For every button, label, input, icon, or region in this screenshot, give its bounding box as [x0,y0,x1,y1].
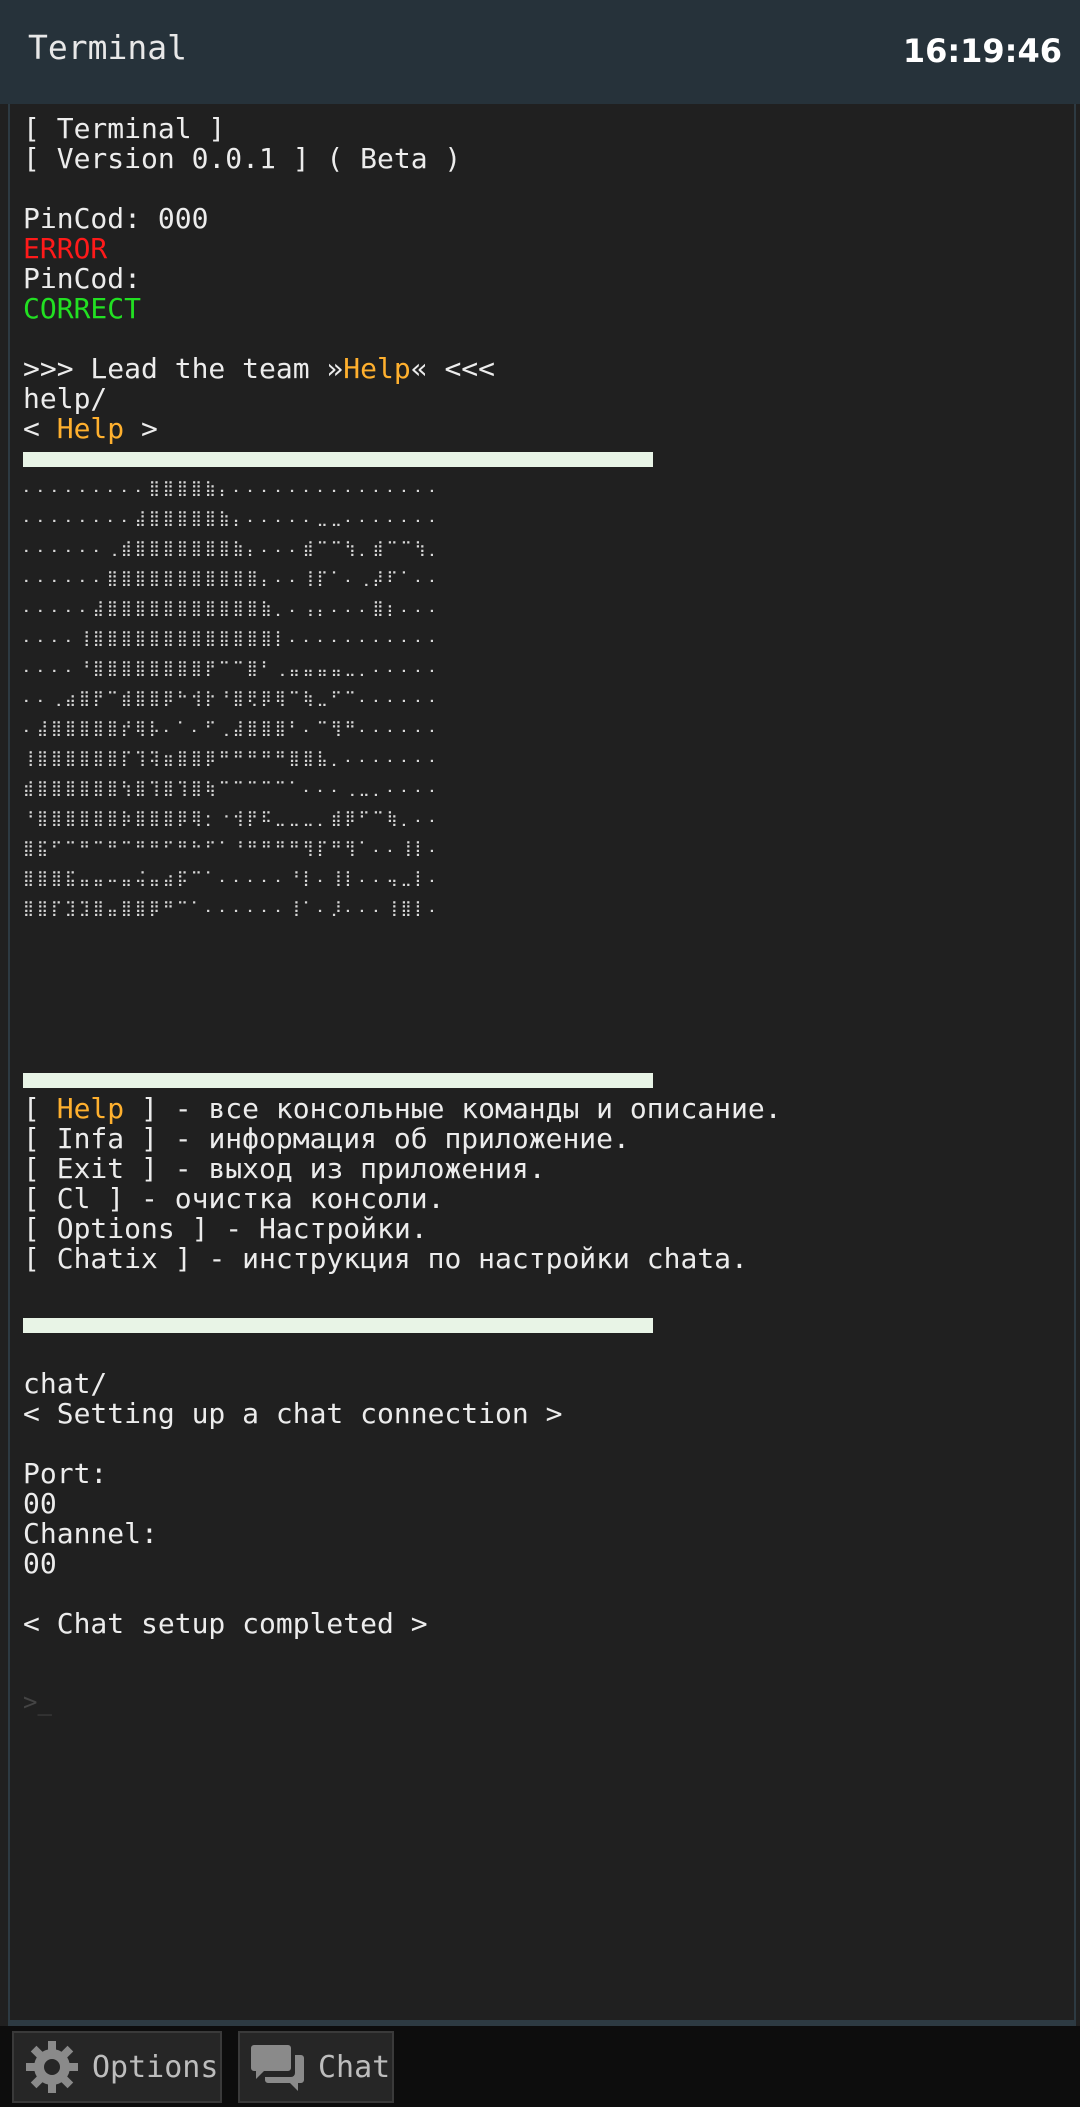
lead-help-command: Help [343,352,411,385]
help-title-prefix: < [23,412,57,445]
chat-bubbles-icon [248,2037,308,2097]
port-label: Port: [23,1457,108,1490]
chat-button[interactable]: Chat [238,2031,394,2103]
command-chatix-row: [ Chatix ] - инструкция по настройки cha… [23,1242,748,1275]
command-options-name: Options [56,1212,175,1245]
terminal-output: [ Terminal ] [ Version 0.0.1 ] ( Beta ) … [23,114,1063,1717]
channel-label: Channel: [23,1517,158,1550]
options-button[interactable]: Options [12,2031,222,2103]
bottom-navigation: Options Chat [0,2026,1080,2107]
lead-suffix: « <<< [410,352,496,385]
chat-button-label: Chat [318,2049,391,2085]
gear-icon [22,2037,82,2097]
command-exit-desc: ] - выход из приложения. [124,1152,546,1185]
divider-bar-top [23,452,653,467]
command-options-row: [ Options ] - Настройки. [23,1212,428,1245]
lead-prefix: >>> Lead the team » [23,352,344,385]
title-bar: Terminal 16:19:46 [0,0,1080,104]
command-infa-name: Infa [56,1122,125,1155]
command-chatix-desc: ] - инструкция по настройки chata. [157,1242,748,1275]
command-cl-name: Cl [56,1182,91,1215]
command-prompt[interactable]: >_ [23,1687,1063,1717]
chat-setup-title: < Setting up a chat connection > [23,1397,563,1430]
pincode-error: ERROR [23,232,108,265]
help-title: < Help > [23,414,1063,444]
command-infa-desc: ] - информация об приложение. [124,1122,630,1155]
clock: 16:19:46 [902,32,1062,70]
divider-bar-middle [23,1073,653,1088]
help-title-suffix: > [124,412,158,445]
help-command-echo: help/ [23,382,108,415]
command-chatix-name: Chatix [56,1242,158,1275]
command-infa-row: [ Infa ] - информация об приложение. [23,1122,630,1155]
channel-value: 00 [23,1547,57,1580]
command-options-desc: ] - Настройки. [174,1212,428,1245]
terminal-header-line: [ Terminal ] [23,112,226,145]
ascii-art-image: ⠄⠄⠄⠄⠄⠄⠄⠄⠄⣿⣿⣿⣿⣷⡄⠄⠄⠄⠄⠄⠄⠄⠄⠄⠄⠄⠄⠄⠄⠄ ⠄⠄⠄⠄⠄⠄⠄⠄⣼… [23,479,443,917]
pincode-entry-2: PinCod: [23,262,142,295]
command-cl-row: [ Cl ] - очистка консоли. [23,1182,445,1215]
command-help-row: [ Help ] - все консольные команды и опис… [23,1092,782,1125]
command-cl-desc: ] - очистка консоли. [90,1182,445,1215]
help-command-list: [ Help ] - все консольные команды и опис… [23,1094,1063,1274]
options-button-label: Options [92,2049,219,2085]
port-value: 00 [23,1487,57,1520]
command-help-name: Help [56,1092,125,1125]
pincode-entry-1: PinCod: 000 [23,202,209,235]
command-exit-name: Exit [56,1152,125,1185]
command-help-desc: ] - все консольные команды и описание. [124,1092,782,1125]
pincode-correct: CORRECT [23,292,142,325]
version-line: [ Version 0.0.1 ] ( Beta ) [23,142,462,175]
command-exit-row: [ Exit ] - выход из приложения. [23,1152,546,1185]
lead-line: >>> Lead the team »Help« <<< [23,354,1063,384]
terminal-screen[interactable]: [ Terminal ] [ Version 0.0.1 ] ( Beta ) … [8,104,1076,2026]
chat-command-echo: chat/ [23,1367,108,1400]
help-title-word: Help [56,412,125,445]
app-title: Terminal [28,28,187,67]
chat-setup-completed: < Chat setup completed > [23,1607,428,1640]
divider-bar-bottom [23,1318,653,1333]
